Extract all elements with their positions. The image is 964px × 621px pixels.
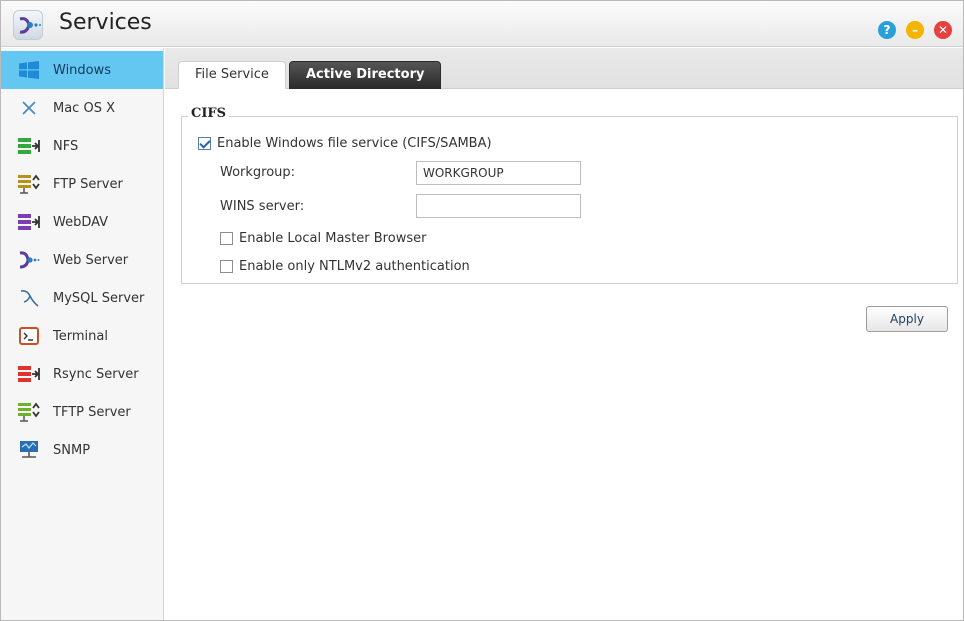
terminal-icon [18,325,40,347]
cifs-legend: CIFS [188,106,230,121]
apply-button[interactable]: Apply [866,306,948,332]
enable-windows-file-service-label[interactable]: Enable Windows file service (CIFS/SAMBA) [217,136,492,151]
tab-active-directory[interactable]: Active Directory [289,61,442,89]
sidebar-item-label: Terminal [53,328,108,344]
local-master-browser-checkbox[interactable] [220,232,233,245]
sidebar-item-label: WebDAV [53,214,109,230]
sidebar-item-rsync-server[interactable]: Rsync Server [1,355,163,393]
windows-icon [18,59,40,81]
tab-file-service[interactable]: File Service [178,61,286,89]
mac-x-icon [18,97,40,119]
sidebar-item-snmp[interactable]: SNMP [1,431,163,469]
sidebar-item-label: MySQL Server [53,290,145,306]
nfs-icon [18,135,40,157]
local-master-browser-row: Enable Local Master Browser [220,231,426,246]
wins-server-label: WINS server: [220,199,305,214]
services-window: Services ? – ✕ Windows Mac OS X NFS FTP … [0,0,964,621]
sidebar-item-ftp-server[interactable]: FTP Server [1,165,163,203]
sidebar-item-terminal[interactable]: Terminal [1,317,163,355]
local-master-browser-label[interactable]: Enable Local Master Browser [239,231,426,246]
workgroup-label: Workgroup: [220,165,296,180]
webdav-icon [18,211,40,233]
ftp-server-icon [18,173,40,195]
main-content: File Service Active Directory CIFS Enabl… [165,48,963,620]
sidebar-item-label: TFTP Server [53,404,131,420]
sidebar-item-mysql-server[interactable]: MySQL Server [1,279,163,317]
sidebar-item-label: FTP Server [53,176,123,192]
tftp-server-icon [18,401,40,423]
sidebar-item-label: Web Server [53,252,129,268]
sidebar-item-label: Windows [53,62,112,78]
wins-server-input[interactable] [416,194,581,218]
ntlmv2-label[interactable]: Enable only NTLMv2 authentication [239,259,470,274]
sidebar-item-windows[interactable]: Windows [1,51,163,89]
sidebar-item-label: SNMP [53,442,91,458]
enable-windows-file-service-checkbox[interactable] [198,137,211,150]
mysql-dolphin-icon [18,287,40,309]
enable-windows-file-service-row: Enable Windows file service (CIFS/SAMBA) [198,136,492,151]
help-icon[interactable]: ? [878,21,896,39]
snmp-icon [18,439,40,461]
window-title: Services [59,10,152,35]
sidebar: Windows Mac OS X NFS FTP Server WebDAV W… [1,48,164,620]
title-bar: Services ? – ✕ [1,1,963,47]
tab-strip: File Service Active Directory [165,48,963,89]
sidebar-item-nfs[interactable]: NFS [1,127,163,165]
close-icon[interactable]: ✕ [934,21,952,39]
minimize-icon[interactable]: – [906,21,924,39]
sidebar-item-label: Rsync Server [53,366,139,382]
rsync-server-icon [18,363,40,385]
services-app-icon [13,10,43,40]
sidebar-item-tftp-server[interactable]: TFTP Server [1,393,163,431]
ntlmv2-row: Enable only NTLMv2 authentication [220,259,470,274]
sidebar-item-webdav[interactable]: WebDAV [1,203,163,241]
sidebar-item-label: Mac OS X [53,100,115,116]
workgroup-input[interactable] [416,161,581,185]
sidebar-item-label: NFS [53,138,79,154]
web-server-icon [18,249,40,271]
ntlmv2-checkbox[interactable] [220,260,233,273]
sidebar-item-mac-os-x[interactable]: Mac OS X [1,89,163,127]
sidebar-item-web-server[interactable]: Web Server [1,241,163,279]
